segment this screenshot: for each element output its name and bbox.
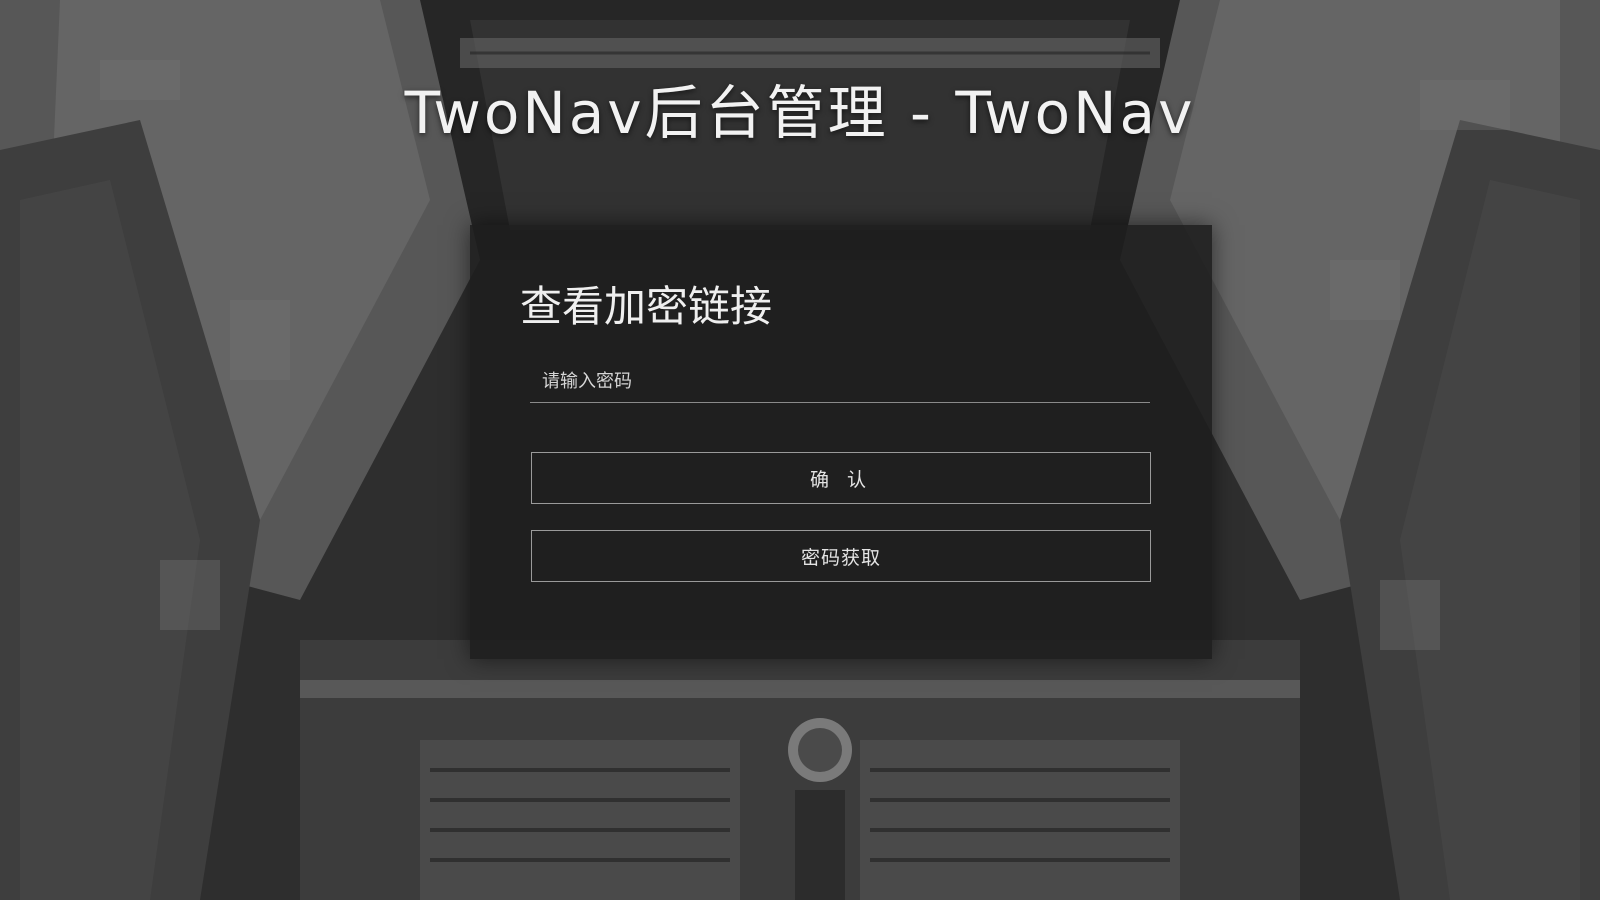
password-input[interactable] <box>530 361 1150 403</box>
page-title: TwoNav后台管理 - TwoNav <box>404 79 1196 147</box>
get-password-button[interactable]: 密码获取 <box>531 530 1151 582</box>
panel-heading: 查看加密链接 <box>520 282 773 331</box>
encrypted-link-panel: 查看加密链接 确 认 密码获取 <box>470 225 1212 659</box>
login-page: TwoNav后台管理 - TwoNav 查看加密链接 确 认 密码获取 <box>0 0 1600 900</box>
confirm-button[interactable]: 确 认 <box>531 452 1151 504</box>
